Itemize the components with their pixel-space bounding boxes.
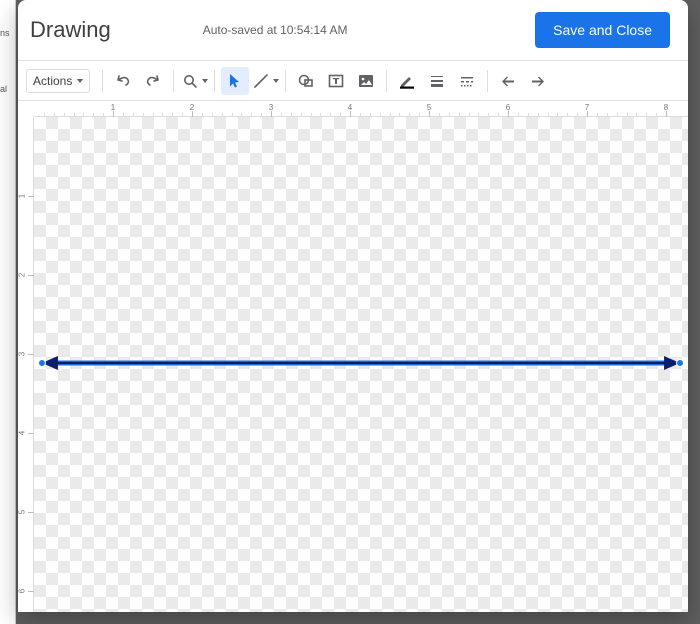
bg-text-1: ns (0, 28, 10, 38)
separator (487, 70, 488, 92)
ruler-v-number: 5 (18, 510, 27, 514)
dialog-title: Drawing (30, 17, 111, 43)
undo-button[interactable] (109, 67, 137, 95)
line-icon (252, 72, 270, 90)
shape-icon (297, 72, 315, 90)
dialog-titlebar: Drawing Auto-saved at 10:54:14 AM Save a… (18, 0, 688, 60)
ruler-v-number: 6 (18, 589, 27, 593)
bg-text-2: al (0, 84, 7, 94)
separator (102, 70, 103, 92)
double-arrow-shape[interactable] (42, 353, 680, 373)
zoom-menu[interactable] (180, 67, 208, 95)
image-icon (357, 72, 375, 90)
line-tool[interactable] (251, 67, 279, 95)
shape-tool[interactable] (292, 67, 320, 95)
zoom-icon (181, 72, 199, 90)
separator (214, 70, 215, 92)
canvas-area: 12345678 1 2 3 4 5 6 (18, 101, 688, 612)
line-end-button[interactable] (524, 67, 552, 95)
line-dash-icon (458, 72, 476, 90)
text-box-tool[interactable] (322, 67, 350, 95)
selection-handle-start[interactable] (38, 359, 46, 367)
select-tool[interactable] (221, 67, 249, 95)
redo-button[interactable] (139, 67, 167, 95)
line-weight-icon (428, 72, 446, 90)
separator (386, 70, 387, 92)
redo-icon (144, 72, 162, 90)
actions-label: Actions (33, 74, 72, 88)
separator (173, 70, 174, 92)
toolbar: Actions (18, 61, 688, 101)
caret-down-icon (273, 79, 279, 83)
autosave-status: Auto-saved at 10:54:14 AM (203, 23, 523, 37)
ruler-v-number: 2 (18, 273, 27, 277)
line-weight-button[interactable] (423, 67, 451, 95)
undo-icon (114, 72, 132, 90)
selection-handle-end[interactable] (676, 359, 684, 367)
textbox-icon (327, 72, 345, 90)
line-color-button[interactable] (393, 67, 421, 95)
ruler-vertical: 1 2 3 4 5 6 (18, 117, 34, 612)
drawing-dialog: Drawing Auto-saved at 10:54:14 AM Save a… (18, 0, 688, 612)
ruler-v-number: 4 (18, 431, 27, 435)
background-doc-glimpse: ns al (0, 0, 16, 624)
arrow-left-icon (499, 72, 517, 90)
ruler-v-number: 3 (18, 352, 27, 356)
drawing-canvas[interactable] (34, 117, 688, 612)
image-tool[interactable] (352, 67, 380, 95)
ruler-v-number: 1 (18, 194, 27, 198)
save-and-close-button[interactable]: Save and Close (535, 12, 670, 48)
ruler-horizontal: 12345678 (34, 101, 688, 117)
arrow-right-icon (529, 72, 547, 90)
caret-down-icon (77, 79, 83, 83)
actions-menu[interactable]: Actions (26, 69, 90, 93)
separator (285, 70, 286, 92)
line-dash-button[interactable] (453, 67, 481, 95)
line-start-button[interactable] (494, 67, 522, 95)
cursor-icon (226, 72, 244, 90)
caret-down-icon (202, 79, 208, 83)
pencil-icon (398, 72, 416, 90)
